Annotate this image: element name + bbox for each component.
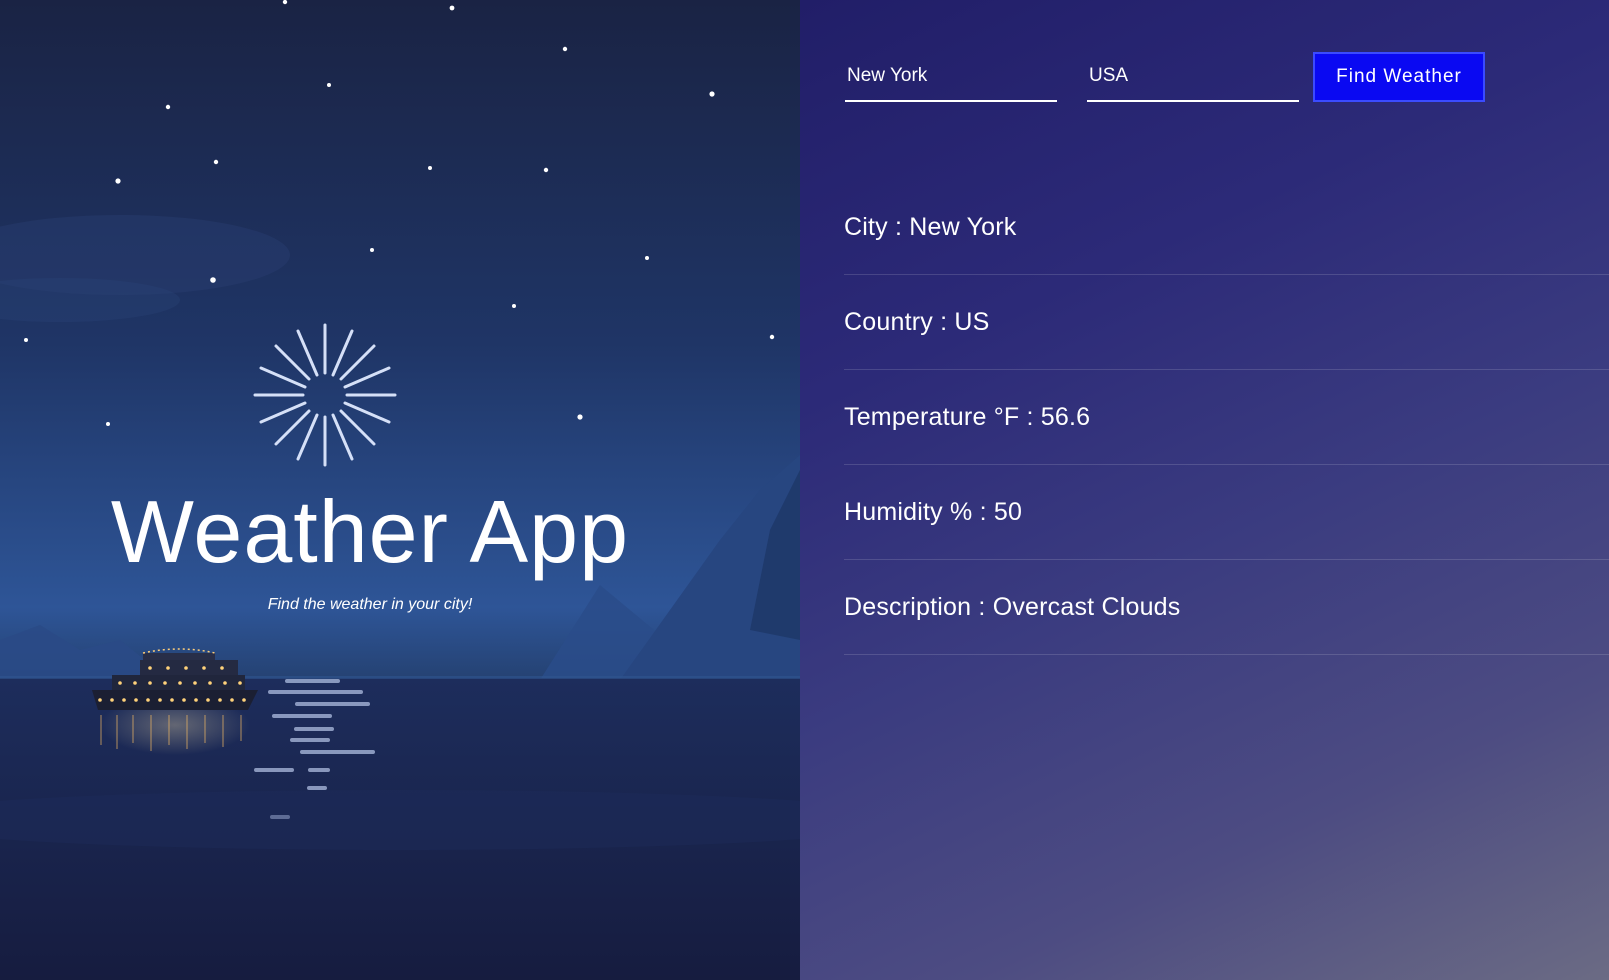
result-temperature: Temperature °F : 56.6 xyxy=(844,370,1609,465)
result-country: Country : US xyxy=(844,275,1609,370)
result-description: Description : Overcast Clouds xyxy=(844,560,1609,655)
result-label: City xyxy=(844,212,888,241)
search-form: Find Weather xyxy=(845,52,1485,102)
country-input[interactable] xyxy=(1087,52,1299,102)
result-value: US xyxy=(954,307,990,336)
hero-panel: Weather App Find the weather in your cit… xyxy=(0,0,800,980)
city-input[interactable] xyxy=(845,52,1057,102)
weather-panel: Find Weather City : New York Country : U… xyxy=(800,0,1609,980)
result-label: Description xyxy=(844,592,972,621)
result-label: Temperature °F xyxy=(844,402,1020,431)
result-label: Humidity % xyxy=(844,497,973,526)
result-value: 56.6 xyxy=(1040,402,1091,431)
result-value: New York xyxy=(909,212,1017,241)
result-value: Overcast Clouds xyxy=(992,592,1181,621)
result-value: 50 xyxy=(993,497,1023,526)
firework xyxy=(253,323,397,467)
result-label: Country xyxy=(844,307,933,336)
result-city: City : New York xyxy=(844,180,1609,275)
app-subtitle: Find the weather in your city! xyxy=(267,596,473,613)
weather-results: City : New York Country : US Temperature… xyxy=(844,180,1609,655)
result-humidity: Humidity % : 50 xyxy=(844,465,1609,560)
weather-app: Weather App Find the weather in your cit… xyxy=(0,0,1609,980)
app-title: Weather App xyxy=(110,482,630,581)
find-weather-button[interactable]: Find Weather xyxy=(1313,52,1485,102)
